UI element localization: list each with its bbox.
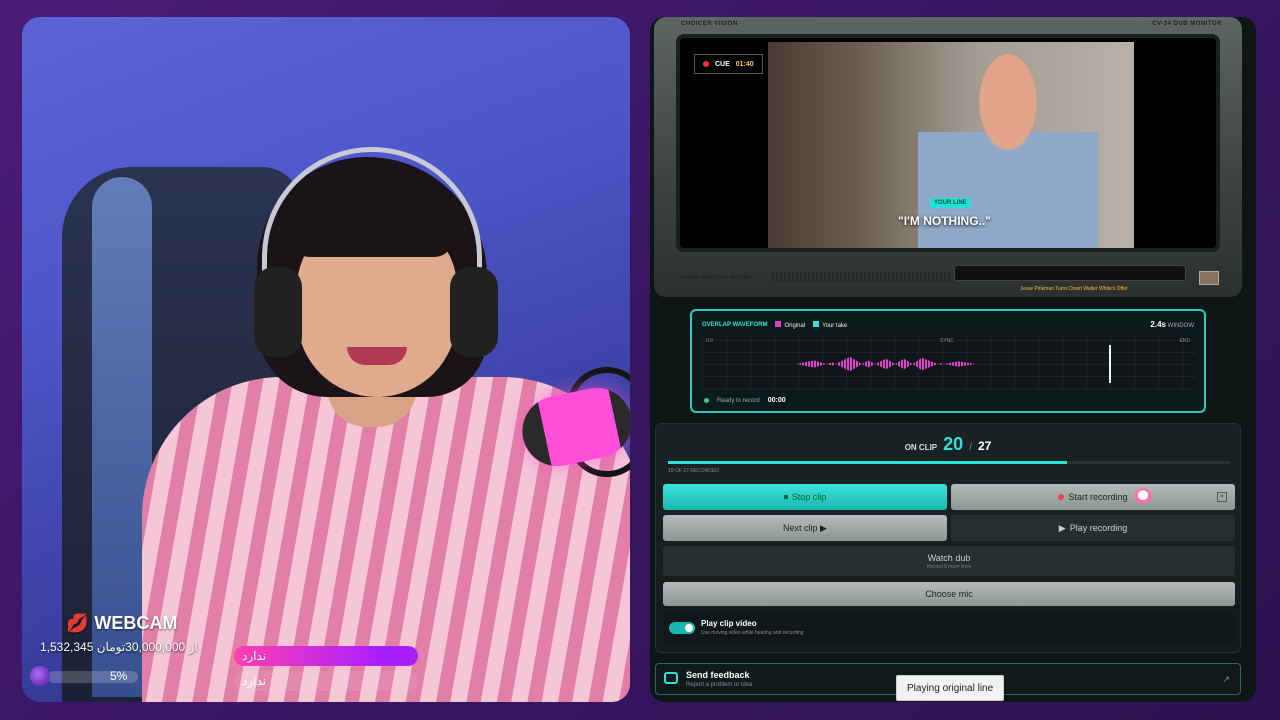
watch-dub-label: Watch dub	[927, 552, 971, 563]
next-clip-button[interactable]: Next clip ▶	[663, 515, 947, 541]
cue-time: 01:40	[735, 60, 754, 68]
waveform-plot[interactable]: 0.0 SYNC END	[702, 335, 1196, 389]
legend-original: Original	[775, 320, 805, 329]
clip-separator: /	[969, 442, 972, 453]
lips-icon: 💋	[66, 613, 89, 633]
original-waveform	[796, 356, 976, 372]
subtitle-line: "I'M NOTHING.."	[898, 214, 991, 228]
external-link-icon: ↗	[1222, 674, 1230, 684]
start-recording-button[interactable]: Start recording ×	[951, 484, 1235, 510]
cue-indicator: CUE 01:40	[694, 54, 763, 74]
stop-clip-button[interactable]: Stop clip	[663, 484, 947, 510]
webcam-feed	[22, 17, 630, 702]
stop-icon	[783, 495, 788, 499]
ready-dot-icon	[704, 398, 709, 403]
monitor-brand-left: CHOICER VISION	[681, 21, 738, 27]
alert-pill-top: ندارد	[234, 646, 418, 666]
donation-goal-text: 1,532,345 از 30,000,000تومان	[40, 640, 198, 654]
watch-dub-sub: Record 8 more lines	[926, 563, 972, 570]
expand-icon[interactable]: ×	[1217, 492, 1227, 502]
tooltip: Playing original line	[896, 675, 1005, 701]
controls-panel: ON CLIP 20 / 27 19 OF 27 RECORDED Stop c…	[655, 423, 1241, 653]
donation-progress: 5%	[30, 666, 140, 688]
clip-counter: ON CLIP 20 / 27	[656, 434, 1240, 455]
total-clips: 27	[977, 439, 992, 453]
on-clip-label: ON CLIP	[904, 443, 938, 452]
status-text: Ready to record	[717, 397, 760, 404]
dub-app-panel: CHOICER VISION CV-34 DUB MONITOR CUE 01:…	[650, 17, 1256, 702]
monitor-brand-right: CV-34 DUB MONITOR	[1152, 21, 1222, 27]
status-time: 00:00	[767, 397, 786, 404]
recorded-count: 19 OF 27 RECORDED	[668, 468, 719, 474]
donation-percent: 5%	[110, 669, 128, 683]
waveform-tick-end: END	[1179, 338, 1190, 344]
play-recording-button[interactable]: ▶ Play recording	[951, 515, 1235, 541]
overlap-waveform-panel: OVERLAP WAVEFORM Original Your take 2.4s…	[690, 309, 1206, 413]
waveform-title: OVERLAP WAVEFORM	[702, 321, 768, 328]
watch-dub-button[interactable]: Watch dub Record 8 more lines	[663, 546, 1235, 576]
alert-pill-bottom: ندارد	[234, 671, 418, 691]
clip-progress-bar	[668, 461, 1230, 464]
feedback-title: Send feedback	[686, 670, 750, 680]
waveform-header: OVERLAP WAVEFORM Original Your take 2.4s…	[702, 320, 1194, 329]
play-clip-video-sub: Use moving video while hearing and recor…	[701, 630, 804, 636]
monitor-stats: FRAME HOLD 02:24 MASTER	[681, 275, 752, 281]
record-status: Ready to record 00:00	[704, 397, 786, 404]
stop-clip-label: Stop clip	[791, 492, 827, 502]
headphones-right-cup	[450, 267, 498, 357]
headphones-left-cup	[254, 267, 302, 357]
chat-icon	[664, 672, 678, 684]
play-clip-video-toggle[interactable]	[669, 622, 695, 634]
play-recording-label: Play recording	[1069, 523, 1128, 533]
crt-monitor: CHOICER VISION CV-34 DUB MONITOR CUE 01:…	[654, 17, 1242, 297]
webcam-label-text: WEBCAM	[94, 613, 178, 633]
play-icon: ▶	[1058, 522, 1066, 533]
clip-thumbnail[interactable]	[1199, 271, 1219, 285]
start-recording-label: Start recording	[1068, 492, 1128, 502]
play-clip-video-title: Play clip video	[701, 619, 757, 628]
mouse-cursor-icon	[1134, 488, 1152, 506]
waveform-tick-start: 0.0	[706, 338, 713, 344]
window-size: 2.4s WINDOW	[1150, 320, 1194, 329]
clip-progress-fill	[668, 461, 1068, 464]
playhead[interactable]	[1109, 345, 1111, 383]
choose-mic-button[interactable]: Choose mic	[663, 582, 1235, 606]
tape-slot	[954, 265, 1186, 281]
current-clip: 20	[943, 434, 964, 454]
smile	[347, 347, 407, 365]
your-line-tag: YOUR LINE	[930, 198, 971, 208]
choose-mic-label: Choose mic	[925, 589, 973, 599]
video-screen[interactable]: CUE 01:40 YOUR LINE "I'M NOTHING.."	[676, 34, 1220, 252]
record-dot-icon	[703, 61, 709, 67]
record-icon	[1058, 494, 1065, 500]
feedback-subtitle: Report a problem or idea	[686, 682, 753, 688]
purple-orb-icon	[30, 666, 50, 686]
episode-title: Jesse Pinkman Turns Down Walter White's …	[1020, 286, 1128, 292]
next-clip-label: Next clip ▶	[783, 522, 827, 533]
speaker-grill	[772, 272, 952, 282]
legend-take: Your take	[813, 320, 847, 329]
cue-label: CUE	[715, 60, 730, 68]
webcam-label: 💋 WEBCAM	[66, 613, 177, 634]
waveform-tick-sync: SYNC	[940, 338, 954, 344]
play-clip-video-row: Play clip video Use moving video while h…	[663, 612, 1235, 644]
